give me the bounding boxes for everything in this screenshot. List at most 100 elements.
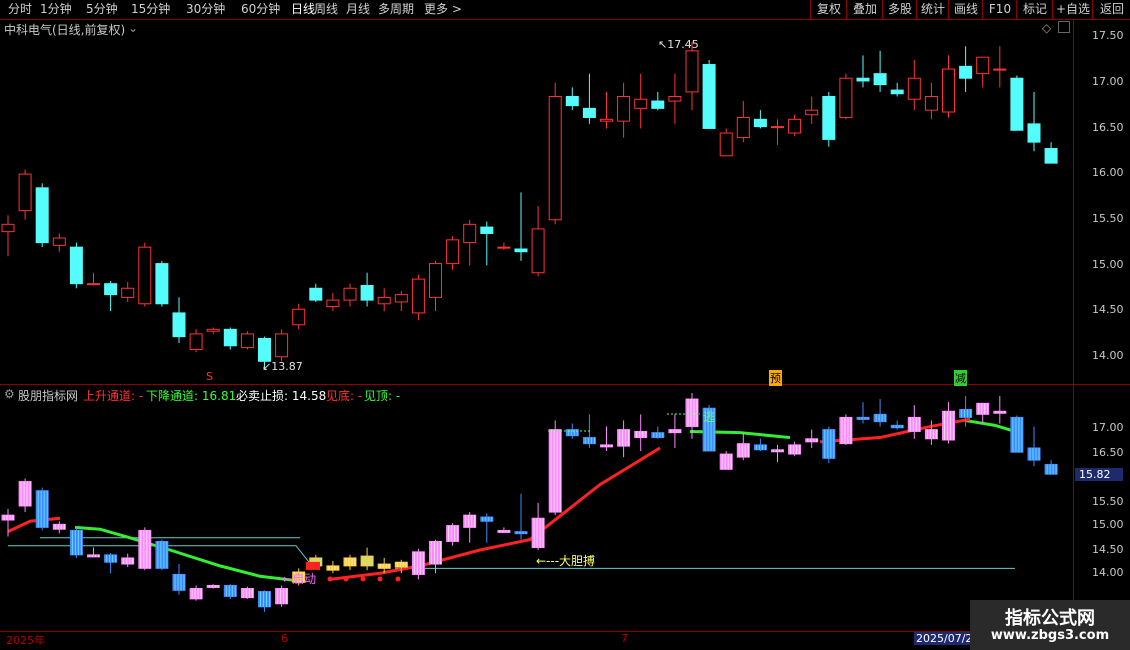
tab-1min[interactable]: 1分钟 [40, 1, 72, 17]
draw-line-button[interactable]: 画线 [948, 0, 983, 19]
candle-body [736, 116, 750, 139]
down-channel-line [964, 418, 1016, 433]
candle-body [480, 226, 494, 234]
price-axis-divider [1073, 20, 1074, 631]
candle-body [189, 333, 203, 350]
tab-60min[interactable]: 60分钟 [241, 1, 280, 17]
candle-body [924, 95, 938, 111]
candle-body [292, 308, 306, 326]
candle-body [565, 95, 579, 107]
f10-button[interactable]: F10 [982, 0, 1017, 19]
candle-body [394, 294, 408, 303]
start-label: 启动 [292, 572, 317, 586]
tab-30min[interactable]: 30分钟 [186, 1, 225, 17]
up-channel-line [329, 446, 661, 581]
escape-annotation: 逃 [703, 410, 716, 424]
high-price-annotation: ↖17.45 [658, 38, 699, 51]
indicator-chart[interactable] [0, 386, 1073, 631]
tab-5min[interactable]: 5分钟 [86, 1, 118, 17]
tab-15min[interactable]: 15分钟 [131, 1, 170, 17]
candle-body [69, 246, 83, 285]
stats-button[interactable]: 统计 [916, 0, 949, 19]
candle-body [446, 239, 460, 265]
tab-daily[interactable]: 日线 [291, 1, 315, 17]
candle-body [753, 118, 767, 128]
overlay-button[interactable]: 叠加 [846, 0, 883, 19]
tab-monthly[interactable]: 月线 [346, 1, 370, 17]
candle-body [959, 65, 973, 79]
candle-body [411, 278, 425, 314]
restore-rights-button[interactable]: 复权 [810, 0, 847, 19]
down-channel-line [74, 525, 297, 583]
up-channel-line [7, 516, 61, 534]
date-label: 7 [621, 632, 628, 645]
candle-body [634, 98, 648, 109]
signal-dot [395, 576, 401, 582]
candle-body [1044, 148, 1058, 164]
candle-body [702, 64, 716, 129]
tab-weekly[interactable]: 周线 [314, 1, 338, 17]
price-label: 14.00 [1092, 349, 1124, 362]
start-annotation: ←启动 [282, 572, 317, 586]
candle-body [856, 77, 870, 82]
candle-body [463, 223, 477, 244]
candle-body [104, 283, 118, 296]
low-price-annotation: ↙13.87 [262, 360, 303, 373]
date-axis-divider [0, 631, 1073, 632]
date-cursor-label: 2025/07/2 [914, 632, 975, 645]
candle-body [976, 56, 990, 75]
candle-body [788, 118, 802, 134]
candle-body [326, 299, 340, 308]
watermark-title: 指标公式网 [1005, 608, 1095, 629]
candle-body [87, 283, 100, 286]
back-button[interactable]: 返回 [1092, 0, 1130, 19]
candle-body [651, 100, 665, 109]
indicator-price-label: 14.00 [1092, 566, 1124, 579]
candle-body [873, 73, 887, 86]
low-price-value: 13.87 [271, 360, 303, 373]
candle-body [377, 296, 391, 305]
watermark-logo: 指标公式网 www.zbgs3.com [970, 600, 1130, 650]
candle-body [617, 95, 631, 122]
candle-body [890, 89, 904, 95]
add-watchlist-button[interactable]: +自选 [1052, 0, 1093, 19]
signal-dot [377, 576, 383, 582]
candle-body [907, 77, 921, 100]
candle-body [121, 287, 135, 298]
tab-more[interactable]: 更多 > [424, 1, 462, 17]
indicator-price-label: 16.50 [1092, 446, 1124, 459]
price-label: 17.00 [1092, 75, 1124, 88]
buy-signal-marker [306, 561, 320, 570]
candle-body [548, 95, 562, 221]
price-label: 16.00 [1092, 166, 1124, 179]
candle-body [18, 173, 32, 212]
s-marker: S [206, 370, 213, 383]
price-label: 16.50 [1092, 121, 1124, 134]
date-label: 6 [281, 632, 288, 645]
candle-body [35, 187, 49, 244]
tab-timeshare[interactable]: 分时 [8, 1, 32, 17]
candle-body [771, 126, 784, 129]
date-label: 2025年 [6, 634, 45, 647]
candle-body [138, 246, 152, 305]
candle-body [1027, 123, 1041, 143]
price-label: 17.50 [1092, 29, 1124, 42]
bold-move-annotation: ←---大胆搏 [536, 554, 596, 568]
candle-body [1010, 77, 1024, 131]
candle-body [668, 95, 682, 102]
candlestick-chart[interactable] [0, 20, 1073, 385]
candle-body [1, 223, 15, 233]
signal-dot [327, 576, 333, 582]
multi-stock-button[interactable]: 多股 [882, 0, 917, 19]
indicator-price-label: 17.00 [1092, 421, 1124, 434]
forecast-marker: 预 [769, 370, 782, 386]
mark-button[interactable]: 标记 [1016, 0, 1053, 19]
candle-body [497, 246, 511, 249]
current-price-badge: 15.82 [1075, 468, 1123, 481]
tab-multi-period[interactable]: 多周期 [378, 1, 414, 17]
price-label: 15.00 [1092, 258, 1124, 271]
candle-body [600, 118, 613, 122]
candle-body [582, 107, 596, 118]
candle-body [275, 333, 289, 358]
candle-body [206, 328, 220, 332]
